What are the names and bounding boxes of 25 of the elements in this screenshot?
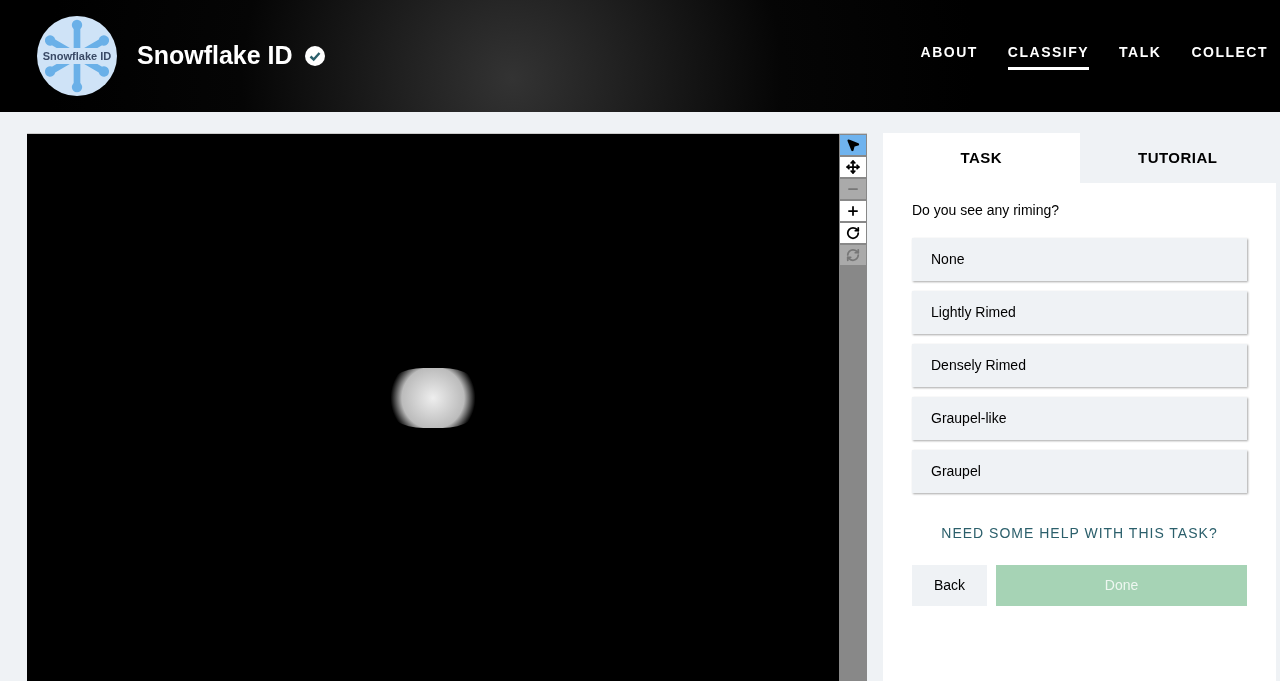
- pointer-icon: [846, 138, 860, 152]
- nav-link[interactable]: COLLECT: [1191, 42, 1268, 70]
- move-button[interactable]: [840, 157, 866, 177]
- answer-option[interactable]: Lightly Rimed: [912, 291, 1247, 334]
- project-title[interactable]: Snowflake ID: [137, 37, 293, 75]
- rotate-button[interactable]: [840, 223, 866, 243]
- nav-link[interactable]: ABOUT: [920, 42, 978, 70]
- nav-link[interactable]: CLASSIFY: [1007, 42, 1090, 70]
- reset-icon: [846, 248, 860, 262]
- zoom-in-icon: [846, 204, 860, 218]
- logo-text: Snowflake ID: [41, 47, 113, 65]
- help-link[interactable]: NEED SOME HELP WITH THIS TASK?: [912, 523, 1247, 544]
- pointer-button[interactable]: [840, 135, 866, 155]
- answer-option[interactable]: None: [912, 238, 1247, 281]
- question-text: Do you see any riming?: [912, 201, 1061, 220]
- logo[interactable]: Snowflake ID: [37, 16, 117, 96]
- move-icon: [846, 160, 860, 174]
- answer-option[interactable]: Graupel-like: [912, 397, 1247, 440]
- answer-option[interactable]: Densely Rimed: [912, 344, 1247, 387]
- zoom-in-button[interactable]: [840, 201, 866, 221]
- nav-link[interactable]: TALK: [1119, 42, 1162, 70]
- answer-option[interactable]: Graupel: [912, 450, 1247, 493]
- back-button[interactable]: Back: [912, 565, 987, 606]
- rotate-icon: [846, 226, 860, 240]
- tab[interactable]: TUTORIAL: [1079, 133, 1276, 183]
